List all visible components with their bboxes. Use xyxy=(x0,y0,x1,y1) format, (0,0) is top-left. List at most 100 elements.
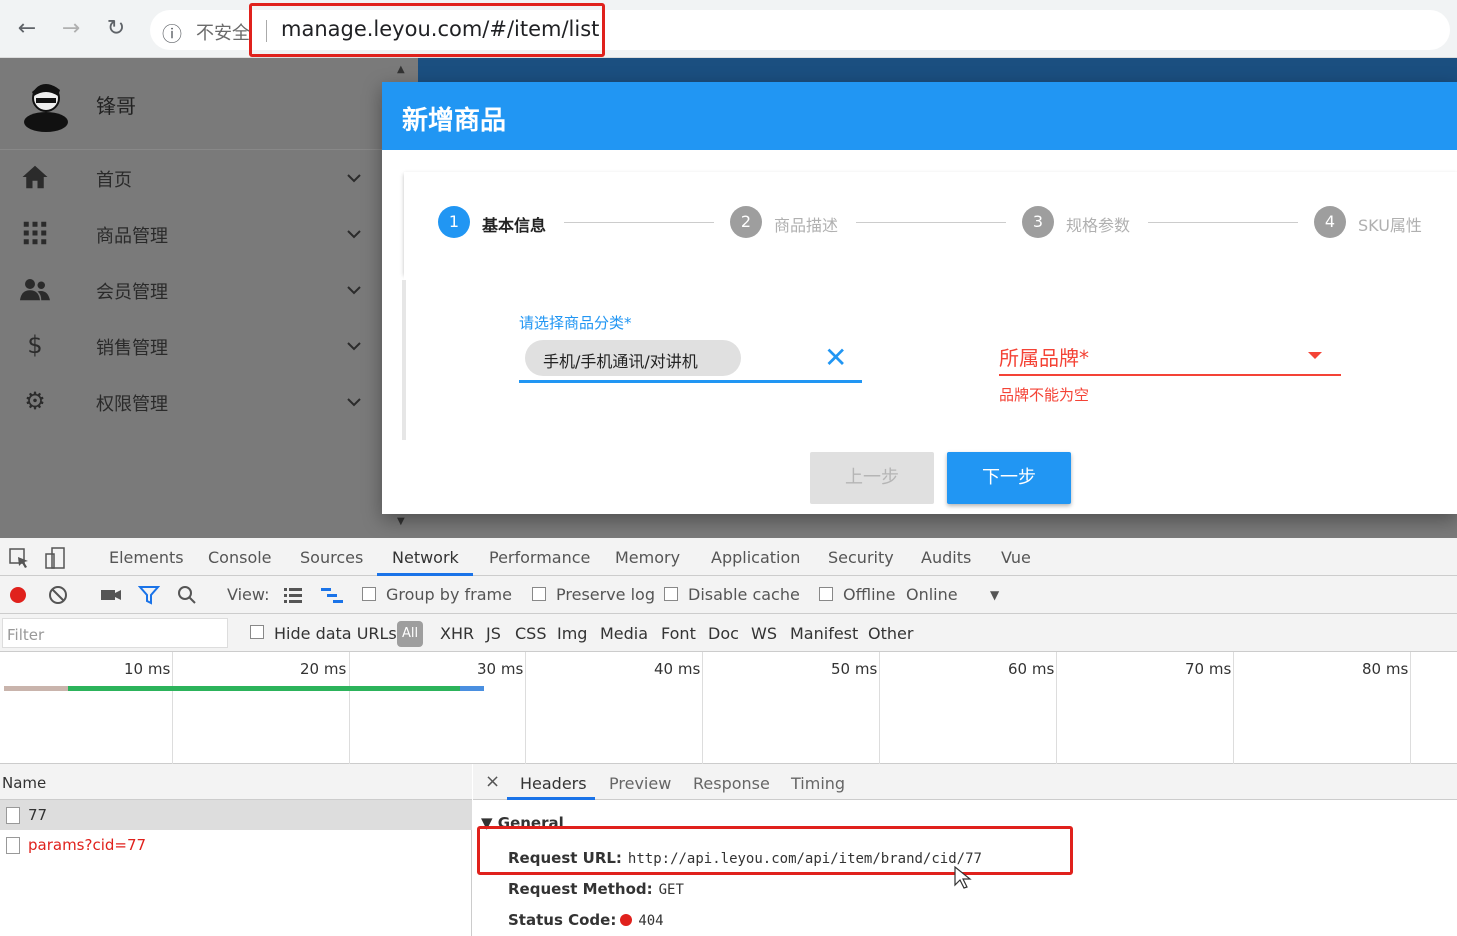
timeline-tick: 20 ms xyxy=(300,660,347,678)
filter-other[interactable]: Other xyxy=(868,624,913,643)
list-view-icon[interactable] xyxy=(283,586,303,604)
form-edge xyxy=(402,280,406,440)
clear-icon[interactable] xyxy=(48,585,68,605)
timeline-tick: 10 ms xyxy=(124,660,171,678)
waterfall-view-icon[interactable] xyxy=(320,586,344,604)
tab-response[interactable]: Response xyxy=(693,774,770,793)
filter-css[interactable]: CSS xyxy=(515,624,546,643)
category-value: 手机/手机通讯/对讲机 xyxy=(543,352,698,371)
network-timeline[interactable]: 10 ms 20 ms 30 ms 40 ms 50 ms 60 ms 70 m… xyxy=(0,652,1457,764)
close-icon[interactable]: × xyxy=(485,771,500,792)
tab-performance[interactable]: Performance xyxy=(489,548,590,567)
offline-checkbox[interactable] xyxy=(819,587,833,601)
step-number: 2 xyxy=(730,206,762,238)
sidebar-item-label: 权限管理 xyxy=(96,394,168,415)
preserve-log-checkbox[interactable] xyxy=(532,587,546,601)
sidebar-item-members[interactable]: 会员管理 xyxy=(0,262,392,318)
sidebar-item-products[interactable]: 商品管理 xyxy=(0,206,392,262)
filter-js[interactable]: JS xyxy=(486,624,501,643)
step-divider xyxy=(564,222,714,223)
device-toolbar-icon[interactable] xyxy=(44,546,68,570)
scroll-down-arrow[interactable]: ▼ xyxy=(397,516,405,527)
timeline-bar-waiting xyxy=(4,686,68,691)
sidebar-item-home[interactable]: 首页 xyxy=(0,150,392,206)
dialog-header: 新增商品 xyxy=(382,82,1457,150)
tab-sources[interactable]: Sources xyxy=(300,548,363,567)
forward-arrow-icon[interactable]: → xyxy=(56,14,86,44)
filter-icon[interactable] xyxy=(138,585,160,605)
tab-console[interactable]: Console xyxy=(208,548,272,567)
timeline-gridline xyxy=(1233,652,1234,764)
hide-data-urls-checkbox[interactable] xyxy=(250,625,264,639)
group-by-frame-label: Group by frame xyxy=(386,585,512,604)
info-icon[interactable]: ⓘ xyxy=(162,18,182,47)
sidebar-item-permissions[interactable]: ⚙ 权限管理 xyxy=(0,374,392,430)
timeline-gridline xyxy=(525,652,526,764)
step-label: SKU属性 xyxy=(1358,216,1422,235)
filter-placeholder: Filter xyxy=(7,626,45,644)
chevron-down-icon xyxy=(347,230,361,239)
filter-font[interactable]: Font xyxy=(661,624,696,643)
inspect-element-icon[interactable] xyxy=(8,547,30,569)
back-arrow-icon[interactable]: ← xyxy=(12,14,42,44)
tab-headers[interactable]: Headers xyxy=(520,774,587,793)
scroll-up-arrow[interactable]: ▲ xyxy=(397,64,405,75)
tab-preview[interactable]: Preview xyxy=(609,774,671,793)
request-row[interactable]: 77 xyxy=(0,800,472,830)
prev-step-button[interactable]: 上一步 xyxy=(810,452,934,504)
group-by-frame-checkbox[interactable] xyxy=(362,587,376,601)
category-chip[interactable]: 手机/手机通讯/对讲机 xyxy=(525,340,741,376)
filter-ws[interactable]: WS xyxy=(751,624,777,643)
step-number: 4 xyxy=(1314,206,1346,238)
brand-select[interactable]: 所属品牌* xyxy=(999,342,1089,371)
reload-icon[interactable]: ↻ xyxy=(101,14,131,44)
status-code-row: Status Code: 404 xyxy=(508,911,664,929)
timeline-tick: 40 ms xyxy=(654,660,701,678)
timeline-gridline xyxy=(1056,652,1057,764)
view-label: View: xyxy=(227,585,270,604)
throttle-select[interactable]: Online xyxy=(906,585,958,604)
annotation-highlight-url xyxy=(249,3,605,57)
chevron-down-icon xyxy=(347,174,361,183)
tab-application[interactable]: Application xyxy=(711,548,800,567)
tab-audits[interactable]: Audits xyxy=(921,548,971,567)
sidebar-item-sales[interactable]: $ 销售管理 xyxy=(0,318,392,374)
timeline-gridline xyxy=(879,652,880,764)
next-step-button[interactable]: 下一步 xyxy=(947,452,1071,504)
tab-vue[interactable]: Vue xyxy=(1001,548,1031,567)
tab-timing[interactable]: Timing xyxy=(791,774,845,793)
name-column-header[interactable]: Name xyxy=(2,774,46,792)
filter-all[interactable]: All xyxy=(397,621,423,647)
filter-input[interactable]: Filter xyxy=(2,618,228,648)
sidebar-item-label: 会员管理 xyxy=(96,282,168,303)
filter-bar: Filter Hide data URLs All XHR JS CSS Img… xyxy=(0,614,1457,652)
request-row[interactable]: params?cid=77 xyxy=(0,830,472,860)
throttle-dropdown-icon[interactable]: ▼ xyxy=(990,588,999,602)
filter-media[interactable]: Media xyxy=(600,624,648,643)
brand-underline xyxy=(999,374,1341,376)
timeline-tick: 80 ms xyxy=(1362,660,1409,678)
filter-doc[interactable]: Doc xyxy=(708,624,739,643)
filter-img[interactable]: Img xyxy=(557,624,587,643)
status-code-key: Status Code: xyxy=(508,911,617,929)
sidebar-item-label: 商品管理 xyxy=(96,226,168,247)
step-number: 3 xyxy=(1022,206,1054,238)
camera-icon[interactable] xyxy=(100,586,122,604)
tab-memory[interactable]: Memory xyxy=(615,548,680,567)
filter-manifest[interactable]: Manifest xyxy=(790,624,858,643)
active-tab-indicator xyxy=(507,797,595,800)
filter-xhr[interactable]: XHR xyxy=(440,624,474,643)
clear-category-icon[interactable]: ✕ xyxy=(824,340,847,376)
timeline-tick: 70 ms xyxy=(1185,660,1232,678)
tab-network[interactable]: Network xyxy=(392,548,459,567)
timeline-gridline xyxy=(172,652,173,764)
search-icon[interactable] xyxy=(177,585,197,605)
record-icon[interactable] xyxy=(10,587,26,603)
tab-security[interactable]: Security xyxy=(828,548,894,567)
caret-down-icon[interactable] xyxy=(1308,352,1322,359)
step-label: 商品描述 xyxy=(774,216,839,235)
devtools-panel: Elements Console Sources Network Perform… xyxy=(0,538,1457,936)
browser-toolbar: ← → ↻ ⓘ 不安全 manage.leyou.com/#/item/list xyxy=(0,0,1457,58)
tab-elements[interactable]: Elements xyxy=(109,548,184,567)
disable-cache-checkbox[interactable] xyxy=(664,587,678,601)
